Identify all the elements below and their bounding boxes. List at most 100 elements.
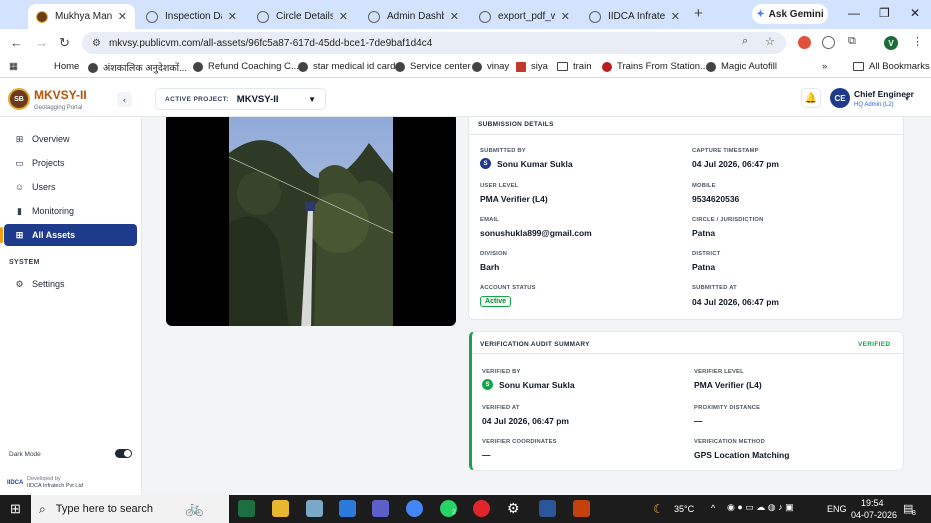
- close-window-icon[interactable]: ✕: [910, 6, 920, 20]
- notification-bell-icon[interactable]: 🔔: [801, 88, 821, 108]
- bookmark-item[interactable]: अंशकालिक अनुदेशकों...: [88, 61, 187, 74]
- grid-icon: ⊞: [15, 229, 24, 240]
- ask-gemini-button[interactable]: ✦ Ask Gemini: [752, 4, 828, 24]
- active-project-selector[interactable]: ACTIVE PROJECT: MKVSY-II ▼: [155, 88, 326, 110]
- verifier-avatar: S: [482, 379, 493, 390]
- translate-icon[interactable]: [822, 36, 835, 49]
- field-label: DISTRICT: [692, 251, 721, 257]
- app-icon[interactable]: [372, 500, 389, 517]
- sidebar-item-users[interactable]: ☺ Users: [4, 176, 137, 198]
- app-header: SB MKVSY-II Geotagging Portal ‹ ACTIVE P…: [0, 79, 931, 117]
- bookmark-item[interactable]: Service center: [395, 61, 471, 72]
- minimize-icon[interactable]: —: [848, 6, 860, 20]
- user-level-value: PMA Verifier (L4): [480, 194, 548, 204]
- email-value: sonushukla899@gmail.com: [480, 228, 592, 238]
- clock-time[interactable]: 19:54: [861, 498, 884, 508]
- tray-chevron-icon[interactable]: ^: [711, 503, 715, 513]
- extension-icon[interactable]: [798, 36, 811, 49]
- reload-icon[interactable]: ↻: [59, 35, 70, 51]
- grid-icon: ⊞: [15, 133, 24, 144]
- sidebar-item-settings[interactable]: ⚙ Settings: [4, 273, 137, 295]
- account-status-badge: Active: [480, 296, 512, 307]
- bookmark-icon: [602, 61, 612, 72]
- bookmark-item[interactable]: siya: [516, 61, 548, 72]
- asset-photo-image: [229, 117, 393, 326]
- globe-icon: [479, 10, 491, 23]
- bookmark-icon: [706, 61, 716, 72]
- close-tab-icon[interactable]: ✕: [671, 10, 680, 23]
- tab-export-pdf[interactable]: export_pdf_waive ✕: [471, 4, 578, 29]
- weather-temp[interactable]: 35°C: [674, 504, 694, 514]
- field-label: VERIFICATION METHOD: [694, 439, 765, 445]
- tab-circle-details[interactable]: Circle Details ✕: [249, 4, 356, 29]
- settings-gear-icon[interactable]: ⚙: [507, 500, 520, 517]
- bookmark-item[interactable]: vinay: [472, 61, 509, 72]
- close-tab-icon[interactable]: ✕: [339, 10, 348, 23]
- bookmark-folder-train[interactable]: train: [557, 61, 591, 72]
- verified-at-value: 04 Jul 2026, 06:47 pm: [482, 416, 569, 426]
- back-icon[interactable]: ←: [10, 35, 23, 50]
- sidebar-item-monitoring[interactable]: ▮ Monitoring: [4, 200, 137, 222]
- menu-kebab-icon[interactable]: ⋮: [912, 35, 923, 48]
- zoom-icon[interactable]: ⌕: [742, 35, 748, 48]
- bicycle-icon: 🚲: [185, 500, 204, 517]
- all-bookmarks-button[interactable]: All Bookmarks: [853, 61, 930, 72]
- clock-date[interactable]: 04-07-2026: [851, 510, 897, 520]
- copilot-icon[interactable]: [339, 500, 356, 517]
- close-tab-icon[interactable]: ✕: [561, 10, 570, 23]
- winrar-icon[interactable]: [573, 500, 590, 517]
- windows-start-icon[interactable]: ⊞: [10, 501, 21, 517]
- more-bookmarks-icon[interactable]: »: [822, 61, 827, 72]
- capture-timestamp-value: 04 Jul 2026, 06:47 pm: [692, 159, 779, 169]
- verified-status-label: VERIFIED: [858, 341, 891, 348]
- tab-inspection-data[interactable]: Inspection Data E ✕: [138, 4, 245, 29]
- close-tab-icon[interactable]: ✕: [228, 10, 237, 23]
- chevron-down-icon[interactable]: ▾: [905, 94, 909, 103]
- asset-photo[interactable]: [166, 117, 456, 326]
- bookmark-item[interactable]: Trains From Station...: [602, 61, 708, 72]
- weather-moon-icon: ☾: [653, 502, 664, 516]
- field-label: CAPTURE TIMESTAMP: [692, 148, 759, 154]
- site-info-icon[interactable]: ⚙: [92, 38, 101, 49]
- new-tab-button[interactable]: +: [694, 5, 703, 22]
- bookmark-item[interactable]: Refund Coaching C...: [193, 61, 299, 72]
- bookmark-star-icon[interactable]: ☆: [765, 35, 775, 48]
- tab-admin-dashboard[interactable]: Admin Dashboar ✕: [360, 4, 467, 29]
- excel-icon[interactable]: [238, 500, 255, 517]
- extensions-puzzle-icon[interactable]: ⧉: [848, 35, 856, 48]
- profile-avatar[interactable]: V: [884, 36, 898, 50]
- bookmark-icon: [88, 62, 98, 73]
- file-explorer-icon[interactable]: [272, 500, 289, 517]
- bookmark-item[interactable]: star medical id card: [298, 61, 395, 72]
- address-bar[interactable]: ⚙ mkvsy.publicvm.com/all-assets/96fc5a87…: [82, 32, 786, 54]
- tab-mukhya-mantri[interactable]: Mukhya Mantri K ✕: [28, 4, 135, 29]
- word-icon[interactable]: [539, 500, 556, 517]
- developed-by-label: Developed by: [27, 476, 61, 482]
- sidebar-item-all-assets[interactable]: ⊞ All Assets: [0, 224, 137, 246]
- language-indicator[interactable]: ENG: [827, 504, 847, 514]
- field-label: ACCOUNT STATUS: [480, 285, 536, 291]
- dark-mode-toggle[interactable]: [115, 449, 132, 458]
- tray-icons[interactable]: ◉ ● ▭ ☁ ◍ ♪ ▣: [727, 502, 794, 513]
- sidebar-item-projects[interactable]: ▭ Projects: [4, 152, 137, 174]
- sidebar-item-overview[interactable]: ⊞ Overview: [4, 128, 137, 150]
- forward-icon[interactable]: →: [35, 35, 48, 50]
- apps-grid-icon[interactable]: ▦: [9, 61, 18, 72]
- district-value: Patna: [692, 262, 716, 272]
- bookmark-icon: [193, 61, 203, 72]
- tab-iidca-infratech[interactable]: IIDCA Infratech P ✕: [581, 4, 688, 29]
- close-tab-icon[interactable]: ✕: [450, 10, 459, 23]
- field-label: CIRCLE / JURISDICTION: [692, 217, 764, 223]
- app-icon[interactable]: [306, 500, 323, 517]
- opera-icon[interactable]: [473, 500, 490, 517]
- bookmark-home[interactable]: Home: [54, 61, 79, 72]
- close-tab-icon[interactable]: ✕: [118, 10, 127, 23]
- field-label: USER LEVEL: [480, 183, 519, 189]
- restore-icon[interactable]: ❐: [879, 6, 890, 20]
- collapse-sidebar-button[interactable]: ‹: [117, 92, 132, 107]
- verified-by-value: S Sonu Kumar Sukla: [482, 379, 575, 390]
- browser-tab-bar: Mukhya Mantri K ✕ Inspection Data E ✕ Ci…: [0, 0, 931, 29]
- user-avatar[interactable]: CE: [830, 88, 850, 108]
- bookmark-item[interactable]: Magic Autofill: [706, 61, 777, 72]
- chrome-icon[interactable]: [406, 500, 423, 517]
